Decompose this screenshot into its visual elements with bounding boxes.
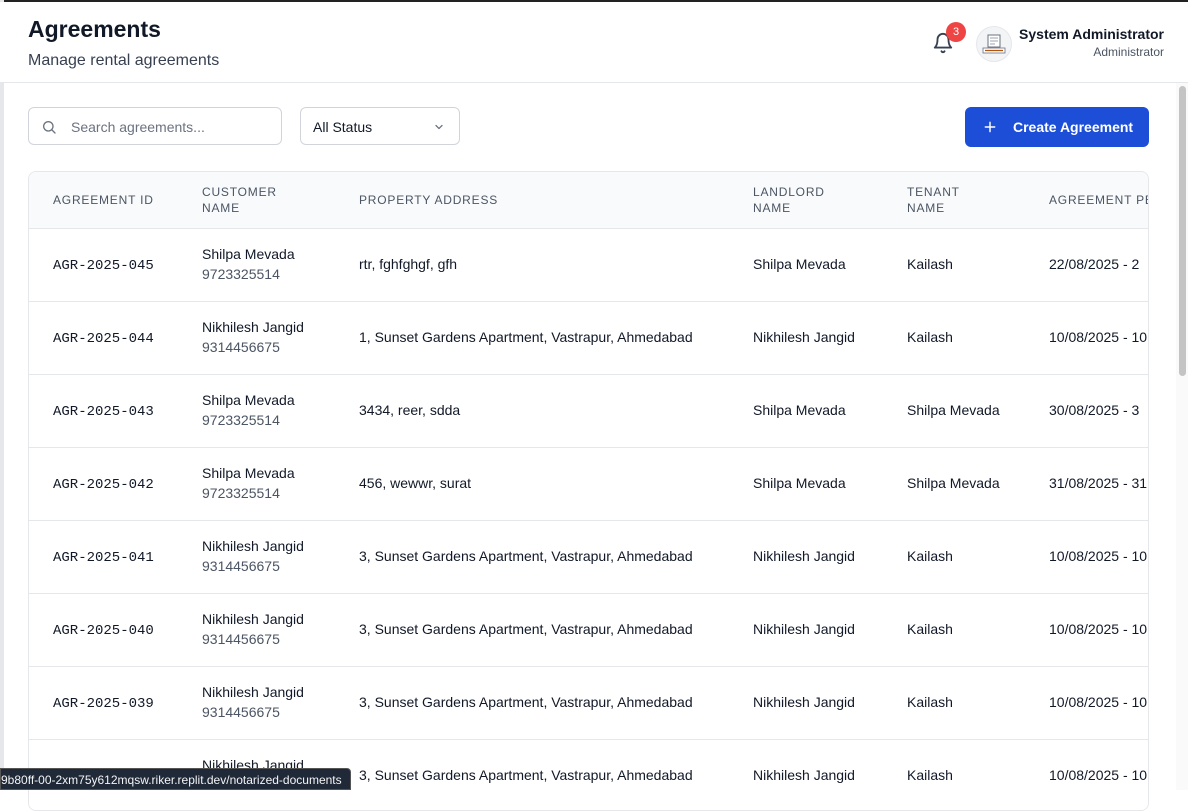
search-box[interactable] [28,107,282,145]
agreement-id: AGR-2025-043 [53,404,154,420]
header-customer-name[interactable]: CUSTOMER NAME [202,184,277,216]
tenant-name: Kailash [907,329,953,345]
plus-icon [984,121,996,133]
agreements-table: AGREEMENT ID CUSTOMER NAME PROPERTY ADDR… [28,171,1149,811]
landlord-name: Nikhilesh Jangid [753,621,855,637]
table-row[interactable]: AGR-2025-040 Nikhilesh Jangid 9314456675… [29,593,1148,667]
customer-name: Nikhilesh Jangid [202,684,304,700]
scrollbar-thumb[interactable] [1179,86,1186,376]
tenant-name: Kailash [907,621,953,637]
search-input[interactable] [69,109,278,145]
user-role: Administrator [1093,45,1164,59]
landlord-name: Nikhilesh Jangid [753,767,855,783]
property-address: 1, Sunset Gardens Apartment, Vastrapur, … [359,329,693,345]
landlord-name: Nikhilesh Jangid [753,548,855,564]
customer-phone: 9314456675 [202,339,280,355]
header-customer-line2: NAME [202,201,240,215]
customer-phone: 9314456675 [202,558,280,574]
header-tenant-line1: TENANT [907,185,960,199]
customer-phone: 9723325514 [202,485,280,501]
agreement-period: 10/08/2025 - 10 [1049,548,1148,564]
page-subtitle: Manage rental agreements [28,52,220,69]
customer-phone: 9723325514 [202,412,280,428]
agreement-period: 10/08/2025 - 10 [1049,694,1148,710]
header-tenant-name[interactable]: TENANT NAME [907,184,960,216]
page-header: Agreements Manage rental agreements 3 Sy… [0,2,1188,83]
agreement-period: 10/08/2025 - 10 [1049,329,1148,345]
agreement-period: 31/08/2025 - 31 [1049,475,1148,491]
create-agreement-label: Create Agreement [1013,119,1134,135]
agreement-period: 30/08/2025 - 3 [1049,402,1140,418]
table-row[interactable]: AGR-2025-039 Nikhilesh Jangid 9314456675… [29,666,1148,740]
landlord-name: Shilpa Mevada [753,256,846,272]
agreement-period: 22/08/2025 - 2 [1049,256,1140,272]
notification-badge: 3 [946,22,966,42]
table-row[interactable]: AGR-2025-043 Shilpa Mevada 9723325514 34… [29,374,1148,448]
avatar-logo-icon [982,34,1006,54]
table-row[interactable]: AGR-2025-042 Shilpa Mevada 9723325514 45… [29,447,1148,521]
customer-phone: 9723325514 [202,266,280,282]
agreement-id: AGR-2025-042 [53,477,154,493]
landlord-name: Nikhilesh Jangid [753,694,855,710]
landlord-name: Nikhilesh Jangid [753,329,855,345]
customer-phone: 9314456675 [202,631,280,647]
header-landlord-name[interactable]: LANDLORD NAME [753,184,825,216]
property-address: 3, Sunset Gardens Apartment, Vastrapur, … [359,621,693,637]
header-landlord-line2: NAME [753,201,791,215]
agreement-id: AGR-2025-040 [53,623,154,639]
header-landlord-line1: LANDLORD [753,185,825,199]
status-filter-select[interactable]: All Status [300,107,460,145]
agreement-period: 10/08/2025 - 10 [1049,767,1148,783]
link-url-status: 9b80ff-00-2xm75y612mqsw.riker.replit.dev… [0,768,351,790]
page-title: Agreements [28,16,161,42]
table-row[interactable]: AGR-2025-041 Nikhilesh Jangid 9314456675… [29,520,1148,594]
table-row[interactable]: AGR-2025-044 Nikhilesh Jangid 9314456675… [29,301,1148,375]
tenant-name: Shilpa Mevada [907,475,1000,491]
header-tenant-line2: NAME [907,201,945,215]
sidebar-edge [0,0,4,790]
status-filter-value: All Status [313,119,373,135]
agreement-id: AGR-2025-044 [53,331,154,347]
header-agreement-period[interactable]: AGREEMENT PE [1049,192,1148,208]
avatar[interactable] [976,26,1012,62]
agreement-id: AGR-2025-039 [53,696,154,712]
agreement-period: 10/08/2025 - 10 [1049,621,1148,637]
customer-name: Nikhilesh Jangid [202,538,304,554]
property-address: 3434, reer, sdda [359,402,461,418]
agreement-id: AGR-2025-045 [53,258,154,274]
create-agreement-button[interactable]: Create Agreement [965,107,1149,147]
customer-name: Nikhilesh Jangid [202,319,304,335]
property-address: 3, Sunset Gardens Apartment, Vastrapur, … [359,767,693,783]
customer-name: Shilpa Mevada [202,465,295,481]
customer-phone: 9314456675 [202,704,280,720]
chevron-down-icon [435,124,443,130]
tenant-name: Kailash [907,256,953,272]
user-name[interactable]: System Administrator [1019,26,1164,42]
search-icon [43,121,56,134]
header-agreement-id[interactable]: AGREEMENT ID [53,192,154,208]
tenant-name: Kailash [907,694,953,710]
customer-name: Shilpa Mevada [202,246,295,262]
agreement-id: AGR-2025-041 [53,550,154,566]
landlord-name: Shilpa Mevada [753,402,846,418]
tenant-name: Shilpa Mevada [907,402,1000,418]
table-row[interactable]: AGR-2025-045 Shilpa Mevada 9723325514 rt… [29,228,1148,302]
property-address: 456, wewwr, surat [359,475,472,491]
tenant-name: Kailash [907,548,953,564]
landlord-name: Shilpa Mevada [753,475,846,491]
property-address: 3, Sunset Gardens Apartment, Vastrapur, … [359,694,693,710]
property-address: 3, Sunset Gardens Apartment, Vastrapur, … [359,548,693,564]
customer-name: Nikhilesh Jangid [202,611,304,627]
header-property-address[interactable]: PROPERTY ADDRESS [359,192,498,208]
property-address: rtr, fghfghgf, gfh [359,256,458,272]
customer-name: Shilpa Mevada [202,392,295,408]
table-header: AGREEMENT ID CUSTOMER NAME PROPERTY ADDR… [29,172,1148,228]
header-customer-line1: CUSTOMER [202,185,277,199]
tenant-name: Kailash [907,767,953,783]
